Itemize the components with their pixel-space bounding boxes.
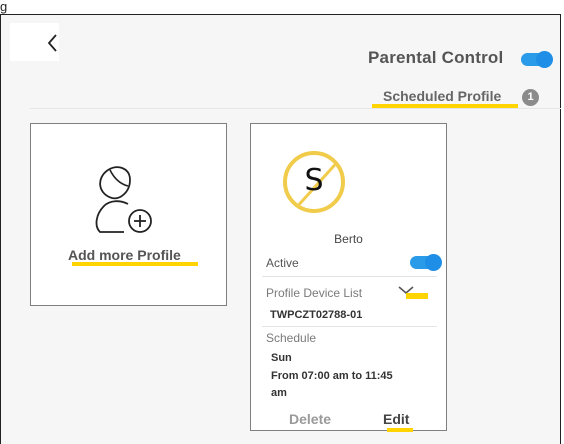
parental-control-toggle[interactable] xyxy=(521,51,553,68)
profile-count-badge: 1 xyxy=(522,89,539,106)
page-title: Parental Control xyxy=(368,48,504,67)
toggle-knob xyxy=(536,51,553,68)
schedule-time: From 07:00 am to 11:45 xyxy=(271,370,393,382)
device-list-label: Profile Device List xyxy=(266,286,363,300)
delete-button[interactable]: Delete xyxy=(289,411,331,427)
profile-name: Berto xyxy=(334,232,363,246)
row-divider xyxy=(262,276,437,277)
row-divider xyxy=(262,326,437,327)
profile-card xyxy=(250,123,447,431)
avatar-letter: S xyxy=(304,163,324,198)
schedule-time-cont: am xyxy=(271,387,287,399)
highlight-marker xyxy=(387,428,413,432)
edit-button[interactable]: Edit xyxy=(383,411,409,427)
toggle-knob xyxy=(425,254,442,271)
active-label: Active xyxy=(266,256,299,270)
device-name: TWPCZT02788-01 xyxy=(270,309,363,321)
avatar: S xyxy=(283,151,345,213)
figure-caption: g xyxy=(0,0,8,14)
scheduled-profile-label: Scheduled Profile xyxy=(383,88,502,104)
schedule-label: Schedule xyxy=(266,331,317,345)
chevron-left-icon[interactable] xyxy=(46,32,60,54)
add-user-icon[interactable] xyxy=(84,160,174,240)
header-divider xyxy=(30,108,561,109)
add-profile-label[interactable]: Add more Profile xyxy=(68,247,181,263)
highlight-marker xyxy=(72,262,198,266)
highlight-marker xyxy=(406,293,428,299)
profile-active-toggle[interactable] xyxy=(410,254,442,271)
schedule-day: Sun xyxy=(271,352,292,364)
